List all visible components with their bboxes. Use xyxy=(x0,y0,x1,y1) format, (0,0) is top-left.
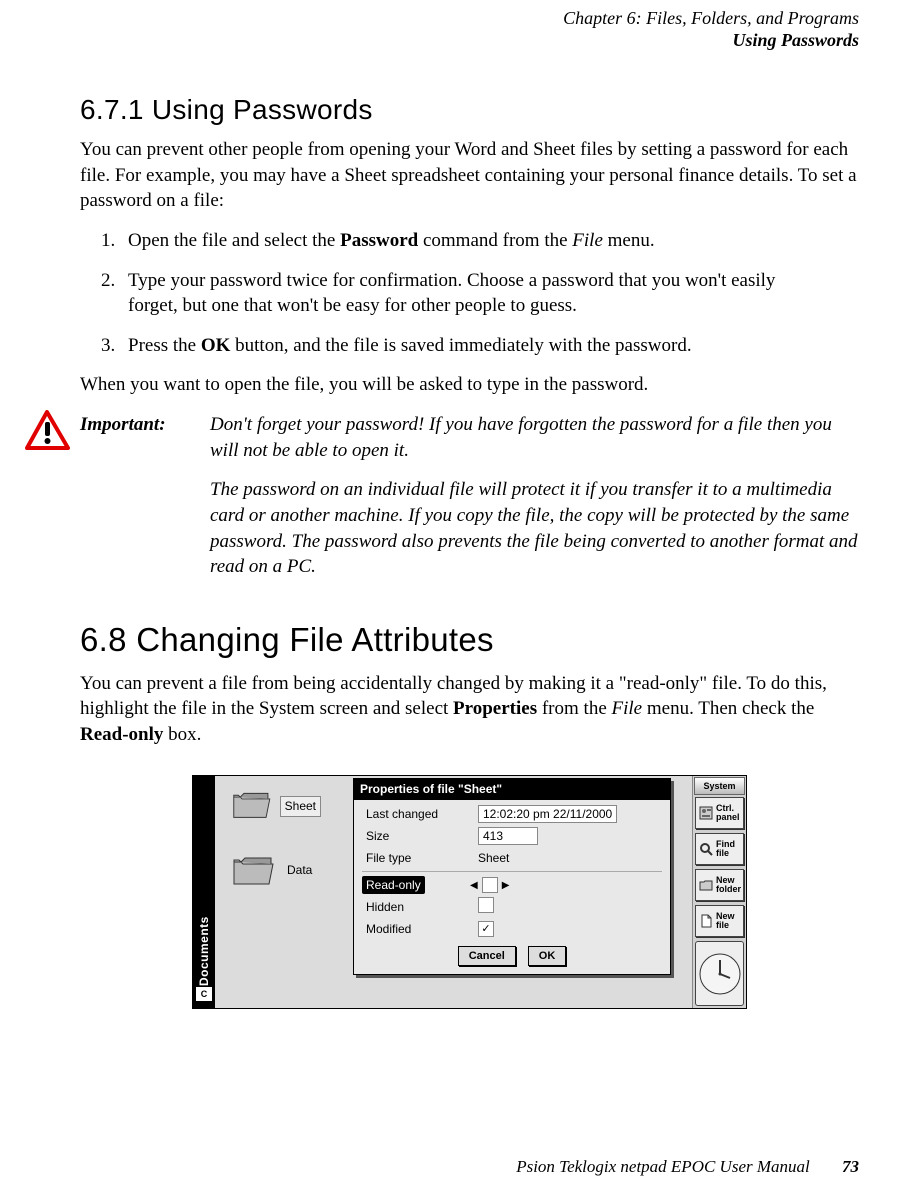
row-size: Size 413 xyxy=(362,825,662,847)
desktop-icon-label: Data xyxy=(283,861,316,879)
sidebar-btn-new-file[interactable]: New file xyxy=(695,905,744,937)
clock-icon xyxy=(698,952,742,996)
step-1: Open the file and select the Password co… xyxy=(120,228,859,254)
cancel-button[interactable]: Cancel xyxy=(458,946,516,967)
hidden-checkbox[interactable] xyxy=(478,897,494,913)
sidebar-tab-system[interactable]: System xyxy=(694,777,745,795)
intro-paragraph: You can prevent other people from openin… xyxy=(80,137,859,214)
step-2: Type your password twice for confirmatio… xyxy=(120,268,859,319)
folder-icon xyxy=(231,850,275,890)
desktop-area: Sheet Data Properties of file "Sheet" La… xyxy=(215,776,692,1008)
page-number: 73 xyxy=(842,1157,859,1176)
dialog-title: Properties of file "Sheet" xyxy=(354,779,670,799)
modified-checkbox[interactable]: ✓ xyxy=(478,921,494,937)
row-hidden[interactable]: Hidden xyxy=(362,896,662,918)
after-steps-paragraph: When you want to open the file, you will… xyxy=(80,372,859,398)
header-section: Using Passwords xyxy=(80,30,859,52)
important-label: Important: xyxy=(80,412,210,438)
heading-6-8: 6.8 Changing File Attributes xyxy=(80,618,859,663)
important-note: Important: Don't forget your password! I… xyxy=(80,412,859,594)
search-icon xyxy=(699,842,713,856)
warning-icon xyxy=(25,410,70,450)
new-folder-icon xyxy=(699,878,713,892)
clock-widget[interactable] xyxy=(695,941,744,1006)
documents-label: Documents xyxy=(196,776,212,986)
header-chapter: Chapter 6: Files, Folders, and Programs xyxy=(80,8,859,30)
desktop-icon-sheet[interactable]: Sheet xyxy=(231,786,321,826)
desktop-icon-label: Sheet xyxy=(280,796,321,816)
control-panel-icon xyxy=(699,806,713,820)
readonly-checkbox[interactable] xyxy=(482,877,498,893)
drive-indicator[interactable]: C xyxy=(195,986,213,1002)
folder-icon xyxy=(231,786,272,826)
ok-button[interactable]: OK xyxy=(528,946,567,967)
page-header: Chapter 6: Files, Folders, and Programs … xyxy=(80,8,859,51)
arrow-left-icon[interactable]: ◀ xyxy=(470,879,478,893)
properties-screenshot: Documents C Sheet Data Prope xyxy=(192,775,747,1009)
arrow-right-icon[interactable]: ▶ xyxy=(502,879,510,893)
step-3: Press the OK button, and the file is sav… xyxy=(120,333,859,359)
sidebar-btn-ctrl-panel[interactable]: Ctrl. panel xyxy=(695,797,744,829)
sidebar-btn-find-file[interactable]: Find file xyxy=(695,833,744,865)
row-read-only[interactable]: Read-only ◀ ▶ xyxy=(362,874,662,896)
section-6-8-paragraph: You can prevent a file from being accide… xyxy=(80,671,859,748)
row-modified[interactable]: Modified ✓ xyxy=(362,918,662,940)
sidebar-btn-new-folder[interactable]: New folder xyxy=(695,869,744,901)
important-p2: The password on an individual file will … xyxy=(210,477,859,580)
footer-text: Psion Teklogix netpad EPOC User Manual xyxy=(516,1157,810,1176)
heading-6-7-1: 6.7.1 Using Passwords xyxy=(80,91,859,129)
page-footer: Psion Teklogix netpad EPOC User Manual 7… xyxy=(516,1156,859,1179)
readonly-toggle[interactable]: ◀ ▶ xyxy=(470,877,509,893)
system-sidebar: System Ctrl. panel Find file New folder … xyxy=(692,776,746,1008)
desktop-icon-data[interactable]: Data xyxy=(231,850,321,890)
steps-list: Open the file and select the Password co… xyxy=(120,228,859,359)
row-file-type: File type Sheet xyxy=(362,847,662,869)
new-file-icon xyxy=(699,914,713,928)
important-p1: Don't forget your password! If you have … xyxy=(210,412,859,463)
properties-dialog: Properties of file "Sheet" Last changed … xyxy=(353,778,671,975)
row-last-changed: Last changed 12:02:20 pm 22/11/2000 xyxy=(362,803,662,825)
documents-bar[interactable]: Documents C xyxy=(193,776,215,1008)
